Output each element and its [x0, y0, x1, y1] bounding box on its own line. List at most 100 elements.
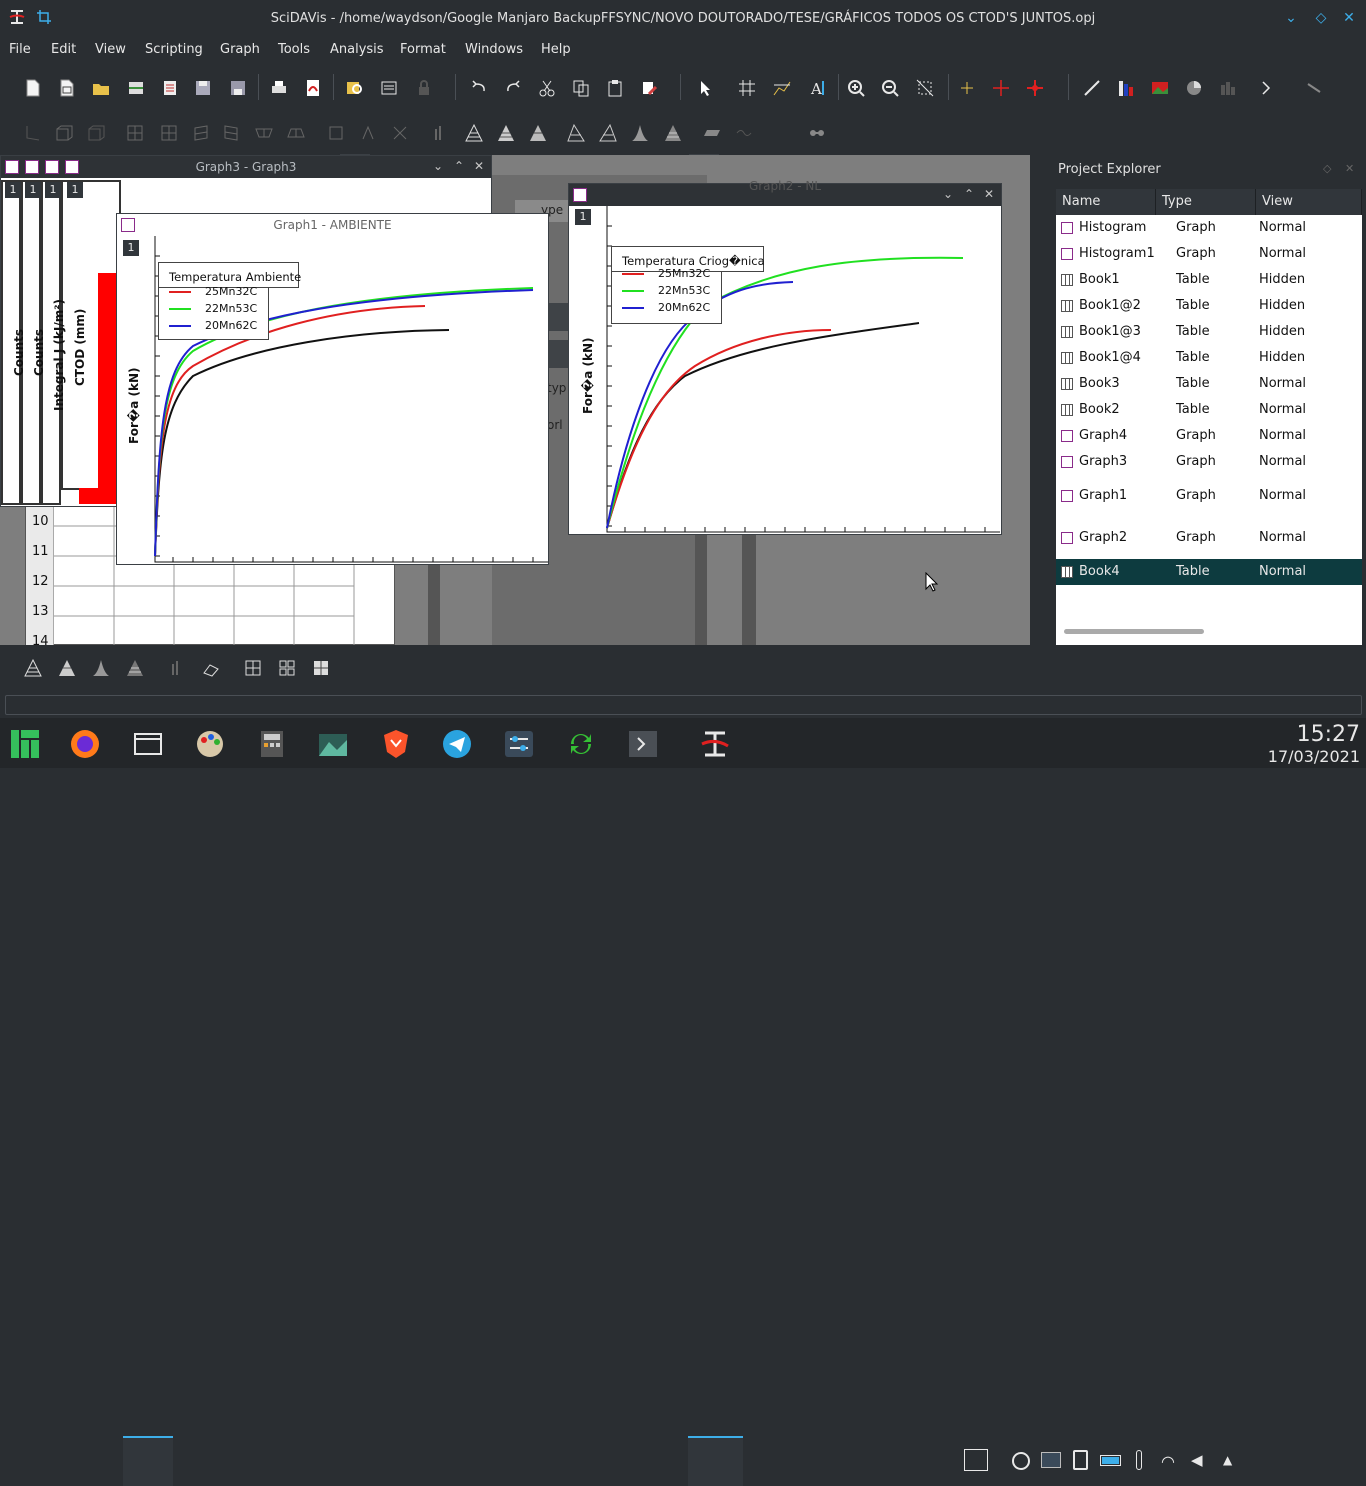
- 3d-wireframe-icon[interactable]: [465, 123, 483, 142]
- redo-icon[interactable]: [504, 79, 522, 97]
- brave-icon[interactable]: [380, 728, 412, 760]
- 3d-hidden-lines-icon[interactable]: [497, 124, 515, 142]
- close-icon[interactable]: ✕: [1339, 8, 1359, 28]
- ribbon-plot-icon[interactable]: [202, 659, 220, 677]
- menu-graph[interactable]: Graph: [220, 42, 260, 57]
- minimize-icon[interactable]: ⌄: [1281, 8, 1301, 28]
- paint-icon[interactable]: [194, 728, 226, 760]
- add-text-icon[interactable]: A: [808, 79, 826, 98]
- menu-scripting[interactable]: Scripting: [145, 42, 203, 57]
- bars-plot-icon[interactable]: [167, 659, 185, 677]
- 3d-grid-front-icon[interactable]: [126, 124, 144, 142]
- scidavis-taskbar-icon[interactable]: [699, 728, 731, 760]
- explorer-row[interactable]: Book2 Table Normal: [1056, 397, 1362, 423]
- move-points-icon[interactable]: [1026, 79, 1044, 97]
- 3d-floor-iso-icon[interactable]: [735, 124, 753, 142]
- graph2-header[interactable]: Graph2 - NL ⌄ ⌃ ✕: [569, 179, 1001, 206]
- column-header-type[interactable]: Type: [1156, 189, 1256, 215]
- 3d-points-icon[interactable]: [430, 124, 448, 142]
- menu-analysis[interactable]: Analysis: [330, 42, 384, 57]
- column-header-view[interactable]: View: [1256, 189, 1362, 215]
- project-explorer[interactable]: Project Explorer ◇ ✕ Name Type View Hist…: [1055, 158, 1366, 645]
- zoom-out-icon[interactable]: [881, 79, 899, 97]
- layer-button[interactable]: 1: [575, 209, 591, 225]
- maximize-icon[interactable]: ⌃: [454, 159, 464, 173]
- konsole-tray-icon[interactable]: [1041, 1452, 1061, 1468]
- draw-line-icon[interactable]: [1083, 79, 1101, 97]
- tray-expand-icon[interactable]: ▲: [1223, 1453, 1232, 1467]
- cut-icon[interactable]: [538, 79, 556, 97]
- explorer-row[interactable]: Book1 Table Hidden: [1056, 267, 1362, 293]
- close-icon[interactable]: ✕: [1345, 162, 1354, 175]
- 3d-grid-ceil-icon[interactable]: [255, 124, 273, 142]
- open-icon[interactable]: [92, 79, 110, 97]
- hidden-lines-plot-icon[interactable]: [58, 659, 76, 677]
- temperature-icon[interactable]: [1136, 1450, 1142, 1470]
- settings-icon[interactable]: [503, 728, 535, 760]
- explorer-row[interactable]: Graph3 Graph Normal: [1056, 449, 1362, 475]
- explorer-row[interactable]: Book1@2 Table Hidden: [1056, 293, 1362, 319]
- save-as-icon[interactable]: [229, 79, 247, 97]
- explorer-row[interactable]: Book1@4 Table Hidden: [1056, 345, 1362, 371]
- explorer-row[interactable]: Book3 Table Normal: [1056, 371, 1362, 397]
- sync-icon[interactable]: [565, 728, 597, 760]
- maximize-icon[interactable]: ◇: [1311, 8, 1331, 28]
- results-log-icon[interactable]: [380, 79, 398, 97]
- matrix-plot-icon[interactable]: [278, 659, 296, 677]
- 3d-grid-left-icon[interactable]: [192, 124, 210, 142]
- taskbar-active-item[interactable]: [688, 1436, 743, 1486]
- menu-windows[interactable]: Windows: [465, 42, 523, 57]
- grid-plot-icon[interactable]: [244, 659, 262, 677]
- volume-icon[interactable]: ◀: [1191, 1451, 1203, 1469]
- lock-icon[interactable]: [415, 79, 433, 97]
- graph1-header[interactable]: Graph1 - AMBIENTE: [117, 214, 548, 236]
- pie-chart-icon[interactable]: [1185, 79, 1203, 97]
- 3d-polygon-icon[interactable]: [529, 124, 547, 142]
- float-icon[interactable]: ◇: [1323, 162, 1331, 175]
- 3d-reset-rotation-icon[interactable]: [359, 124, 377, 142]
- explorer-row[interactable]: Histogram1 Graph Normal: [1056, 241, 1362, 267]
- copy-icon[interactable]: [572, 79, 590, 97]
- wifi-icon[interactable]: ◠: [1161, 1452, 1175, 1471]
- 3d-box-icon[interactable]: [55, 124, 73, 142]
- explorer-row[interactable]: Histogram Graph Normal: [1056, 215, 1362, 241]
- explorer-row[interactable]: Graph4 Graph Normal: [1056, 423, 1362, 449]
- menu-format[interactable]: Format: [400, 42, 446, 57]
- layer-button[interactable]: 1: [67, 182, 83, 198]
- explorer-row[interactable]: Graph1 Graph Normal: [1056, 483, 1362, 509]
- graph2-window[interactable]: Graph2 - NL ⌄ ⌃ ✕ 1 For�a (kN) Temperatu…: [568, 179, 1002, 535]
- import-ascii-icon[interactable]: [161, 79, 179, 97]
- manjaro-menu-icon[interactable]: [9, 728, 41, 760]
- screen-reader-icon[interactable]: [992, 79, 1010, 97]
- explorer-row[interactable]: Graph2 Graph Normal: [1056, 525, 1362, 551]
- close-icon[interactable]: ✕: [984, 187, 994, 201]
- minimize-icon[interactable]: ⌄: [943, 187, 953, 201]
- clear-icon[interactable]: [640, 79, 658, 97]
- filled-plot-icon[interactable]: [92, 659, 110, 677]
- explorer-row[interactable]: Book1@3 Table Hidden: [1056, 319, 1362, 345]
- paste-icon[interactable]: [606, 79, 624, 97]
- row-header[interactable]: 10: [32, 514, 49, 529]
- explorer-row[interactable]: Book4 Table Normal: [1056, 559, 1362, 585]
- terminal-icon[interactable]: [627, 728, 659, 760]
- 3d-bars-icon[interactable]: [1219, 79, 1237, 97]
- wireframe-plot-icon[interactable]: [24, 658, 42, 677]
- graph1-legend-series[interactable]: 25Mn32C 22Mn53C 20Mn62C: [158, 285, 269, 340]
- data-reader-icon[interactable]: [773, 79, 791, 97]
- calculator-icon[interactable]: [256, 728, 288, 760]
- surface-plot-icon[interactable]: [126, 659, 144, 677]
- menu-tools[interactable]: Tools: [278, 42, 310, 57]
- print-icon[interactable]: [270, 79, 288, 97]
- 3d-animation-icon[interactable]: [808, 124, 826, 142]
- row-header[interactable]: 11: [32, 544, 49, 559]
- row-header[interactable]: 13: [32, 604, 49, 619]
- chevron-right-icon[interactable]: [1257, 79, 1275, 97]
- undo-icon[interactable]: [470, 79, 488, 97]
- horizontal-scrollbar[interactable]: [1064, 629, 1204, 634]
- 3d-grid-back-icon[interactable]: [160, 124, 178, 142]
- layer-button[interactable]: 1: [123, 240, 139, 256]
- graph1-window[interactable]: Graph1 - AMBIENTE 1 For�a (kN) Temperatu…: [116, 213, 549, 565]
- menu-help[interactable]: Help: [541, 42, 571, 57]
- update-icon[interactable]: [1012, 1452, 1030, 1470]
- bar-chart-icon[interactable]: [1117, 79, 1135, 97]
